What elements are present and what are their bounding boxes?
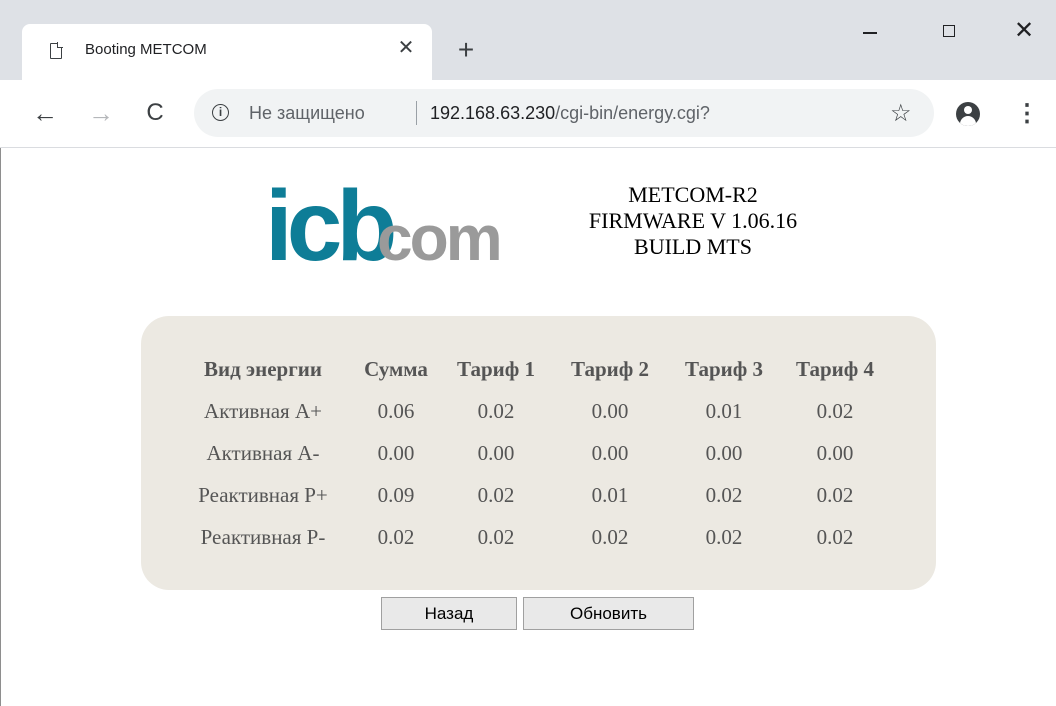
cell-energy-type: Реактивная Р- (200, 524, 326, 549)
forward-arrow-icon[interactable]: → (86, 98, 116, 128)
cell-tariff-1: 0.02 (477, 398, 515, 423)
logo-com-text: com (377, 202, 500, 264)
cell-tariff-2: 0.01 (591, 482, 629, 507)
cell-tariff-1: 0.02 (477, 482, 515, 507)
cell-sum: 0.00 (377, 440, 415, 465)
cell-energy-type: Активная А- (206, 440, 320, 465)
url-path: /cgi-bin/energy.cgi? (555, 103, 710, 123)
tab-title: Booting METCOM (85, 41, 207, 58)
cell-tariff-4: 0.02 (816, 398, 854, 423)
table-header-row: Вид энергии Сумма Тариф 1 Тариф 2 Тариф … (173, 348, 889, 390)
page-content: icb com METCOM-R2 FIRMWARE V 1.06.16 BUI… (0, 148, 1056, 706)
cell-tariff-4: 0.00 (816, 440, 854, 465)
table-row: Реактивная Р- 0.02 0.02 0.02 0.02 0.02 (173, 516, 889, 558)
header-tariff-1: Тариф 1 (456, 356, 536, 381)
url-host: 192.168.63.230 (430, 103, 556, 123)
cell-sum: 0.06 (377, 398, 415, 423)
table-row: Активная А+ 0.06 0.02 0.00 0.01 0.02 (173, 390, 889, 432)
header-sum: Сумма (364, 356, 428, 381)
minimize-icon[interactable] (850, 16, 890, 46)
cell-tariff-2: 0.00 (591, 398, 629, 423)
browser-toolbar: ← → C i Не защищено 192.168.63.230/cgi-b… (0, 80, 1056, 148)
header-tariff-2: Тариф 2 (570, 356, 650, 381)
url-text[interactable]: 192.168.63.230/cgi-bin/energy.cgi? (430, 103, 710, 124)
energy-panel: Вид энергии Сумма Тариф 1 Тариф 2 Тариф … (141, 316, 936, 590)
cell-energy-type: Реактивная Р+ (198, 482, 328, 507)
cell-sum: 0.02 (377, 524, 415, 549)
cell-tariff-4: 0.02 (816, 482, 854, 507)
build-name: BUILD MTS (634, 234, 752, 259)
icbcom-logo: icb com (265, 178, 503, 264)
address-bar[interactable]: i Не защищено 192.168.63.230/cgi-bin/ene… (194, 89, 934, 137)
security-label[interactable]: Не защищено (249, 103, 365, 124)
cell-tariff-3: 0.02 (705, 482, 743, 507)
header-energy-type: Вид энергии (204, 356, 322, 381)
cell-tariff-1: 0.02 (477, 524, 515, 549)
firmware-version: FIRMWARE V 1.06.16 (588, 208, 798, 233)
back-button[interactable]: Назад (381, 597, 517, 630)
table-row: Реактивная Р+ 0.09 0.02 0.01 0.02 0.02 (173, 474, 889, 516)
cell-tariff-3: 0.00 (705, 440, 743, 465)
cell-tariff-4: 0.02 (816, 524, 854, 549)
cell-energy-type: Активная А+ (204, 398, 322, 423)
logo-icb-text: icb (265, 178, 393, 264)
header-tariff-3: Тариф 3 (684, 356, 764, 381)
cell-sum: 0.09 (377, 482, 415, 507)
info-icon[interactable]: i (212, 104, 229, 121)
cell-tariff-2: 0.00 (591, 440, 629, 465)
bookmark-star-icon[interactable]: ☆ (890, 99, 912, 128)
tab-close-icon[interactable]: ✕ (394, 36, 418, 60)
new-tab-icon[interactable]: + (452, 36, 480, 64)
reload-icon[interactable]: C (140, 98, 170, 128)
header-tariff-4: Тариф 4 (795, 356, 875, 381)
firmware-info: METCOM-R2 FIRMWARE V 1.06.16 BUILD MTS (553, 182, 833, 260)
window-close-icon[interactable]: ✕ (1004, 16, 1044, 46)
tab-strip: Booting METCOM ✕ + ✕ (0, 0, 1056, 80)
maximize-icon[interactable] (930, 16, 970, 46)
cell-tariff-3: 0.01 (705, 398, 743, 423)
table-row: Активная А- 0.00 0.00 0.00 0.00 0.00 (173, 432, 889, 474)
tab-active[interactable]: Booting METCOM ✕ (22, 24, 432, 80)
energy-table: Вид энергии Сумма Тариф 1 Тариф 2 Тариф … (173, 348, 889, 558)
back-arrow-icon[interactable]: ← (30, 98, 60, 128)
device-model: METCOM-R2 (628, 182, 758, 207)
refresh-button[interactable]: Обновить (523, 597, 694, 630)
cell-tariff-2: 0.02 (591, 524, 629, 549)
address-separator (416, 101, 417, 125)
menu-dots-icon[interactable]: ⋮ (1015, 100, 1039, 128)
page-icon (50, 42, 63, 59)
cell-tariff-1: 0.00 (477, 440, 515, 465)
browser-window: Booting METCOM ✕ + ✕ ← → C i Не защищено… (0, 0, 1056, 706)
account-icon[interactable] (956, 102, 980, 126)
cell-tariff-3: 0.02 (705, 524, 743, 549)
